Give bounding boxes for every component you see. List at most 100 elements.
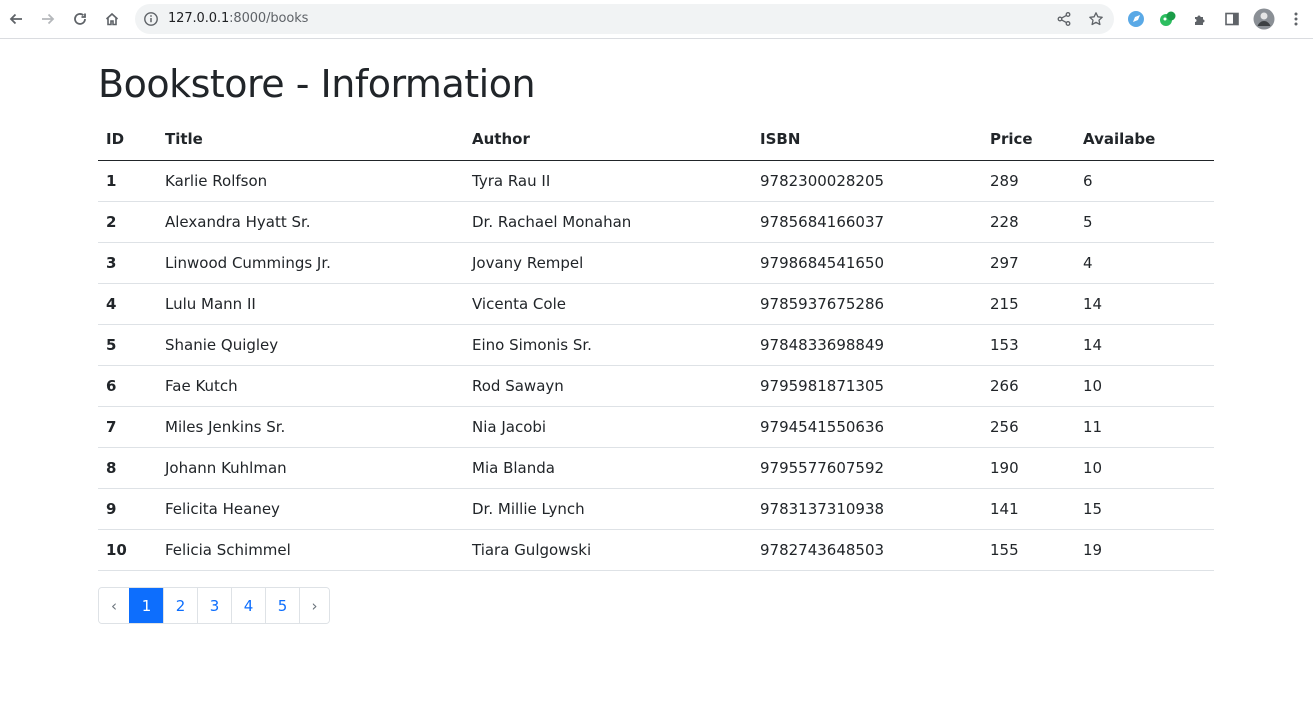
cell-available: 19: [1075, 529, 1214, 571]
reload-icon: [74, 13, 86, 25]
cell-available: 14: [1075, 283, 1214, 325]
page-title: Bookstore - Information: [98, 62, 536, 106]
cell-id: 9: [98, 488, 157, 530]
cell-isbn: 9798684541650: [752, 242, 982, 284]
cell-title: Lulu Mann II: [157, 283, 464, 325]
evernote-extension-icon: [1160, 11, 1176, 26]
pagination: ‹ 1 2 3 4 5 ›: [98, 587, 330, 624]
cell-isbn: 9795981871305: [752, 365, 982, 407]
cell-id: 10: [98, 529, 157, 571]
pagination-page-4[interactable]: 4: [231, 588, 265, 623]
cell-isbn: 9785937675286: [752, 283, 982, 325]
side-panel-icon: [1225, 12, 1239, 26]
books-table: ID Title Author ISBN Price Availabe 1 Kar…: [98, 118, 1214, 571]
cell-available: 4: [1075, 242, 1214, 284]
table-header-row: ID Title Author ISBN Price Availabe: [98, 118, 1214, 161]
table-row: 8 Johann Kuhlman Mia Blanda 9795577607592 19…: [98, 447, 1214, 489]
column-header-author[interactable]: Author: [464, 118, 752, 161]
cell-title: Johann Kuhlman: [157, 447, 464, 489]
browser-menu-button[interactable]: [1283, 6, 1309, 32]
cell-title: Miles Jenkins Sr.: [157, 406, 464, 448]
table-row: 10 Felicia Schimmel Tiara Gulgowski 9782743…: [98, 529, 1214, 571]
cell-author: Jovany Rempel: [464, 242, 752, 284]
kebab-menu-icon: [1294, 12, 1298, 26]
column-header-isbn[interactable]: ISBN: [752, 118, 982, 161]
cell-available: 10: [1075, 365, 1214, 407]
table-row: 7 Miles Jenkins Sr. Nia Jacobi 979454155063…: [98, 406, 1214, 448]
pagination-prev-button[interactable]: ‹: [99, 588, 129, 623]
avatar: [1253, 8, 1275, 30]
table-row: 4 Lulu Mann II Vicenta Cole 9785937675286 21…: [98, 283, 1214, 325]
cell-author: Mia Blanda: [464, 447, 752, 489]
column-header-title[interactable]: Title: [157, 118, 464, 161]
table-body: 1 Karlie Rolfson Tyra Rau II 9782300028205 2…: [98, 160, 1214, 571]
column-header-price[interactable]: Price: [982, 118, 1075, 161]
cell-author: Eino Simonis Sr.: [464, 324, 752, 366]
info-icon[interactable]: [143, 11, 159, 27]
cell-price: 289: [982, 160, 1075, 202]
cell-isbn: 9782300028205: [752, 160, 982, 202]
compass-extension-icon: [1128, 11, 1144, 27]
column-header-available[interactable]: Availabe: [1075, 118, 1214, 161]
pagination-page-5[interactable]: 5: [265, 588, 299, 623]
cell-id: 6: [98, 365, 157, 407]
url-path: :8000/books: [229, 11, 309, 26]
cell-price: 153: [982, 324, 1075, 366]
table-row: 9 Felicita Heaney Dr. Millie Lynch 97831373…: [98, 488, 1214, 530]
cell-author: Rod Sawayn: [464, 365, 752, 407]
cell-price: 266: [982, 365, 1075, 407]
cell-title: Felicita Heaney: [157, 488, 464, 530]
cell-id: 8: [98, 447, 157, 489]
extensions-button[interactable]: [1187, 6, 1213, 32]
pagination-next-button[interactable]: ›: [299, 588, 329, 623]
pagination-page-2[interactable]: 2: [163, 588, 197, 623]
cell-isbn: 9782743648503: [752, 529, 982, 571]
cell-author: Dr. Rachael Monahan: [464, 201, 752, 243]
extension-button-1[interactable]: [1123, 6, 1149, 32]
address-bar[interactable]: 127.0.0.1:8000/books: [135, 4, 1114, 34]
home-button[interactable]: [99, 6, 125, 32]
url-text[interactable]: 127.0.0.1:8000/books: [168, 11, 308, 26]
cell-price: 155: [982, 529, 1075, 571]
back-button[interactable]: [3, 6, 29, 32]
home-icon: [105, 12, 119, 26]
cell-available: 6: [1075, 160, 1214, 202]
cell-price: 256: [982, 406, 1075, 448]
cell-id: 4: [98, 283, 157, 325]
pagination-page-1[interactable]: 1: [129, 588, 163, 623]
cell-id: 5: [98, 324, 157, 366]
cell-author: Dr. Millie Lynch: [464, 488, 752, 530]
side-panel-button[interactable]: [1219, 6, 1245, 32]
cell-available: 11: [1075, 406, 1214, 448]
cell-id: 1: [98, 160, 157, 202]
url-host: 127.0.0.1: [168, 11, 230, 26]
bookmark-star-icon[interactable]: [1088, 11, 1104, 27]
cell-available: 14: [1075, 324, 1214, 366]
cell-price: 190: [982, 447, 1075, 489]
cell-price: 215: [982, 283, 1075, 325]
column-header-id[interactable]: ID: [98, 118, 157, 161]
reload-button[interactable]: [67, 6, 93, 32]
cell-price: 297: [982, 242, 1075, 284]
extension-button-2[interactable]: [1155, 6, 1181, 32]
profile-button[interactable]: [1251, 6, 1277, 32]
cell-isbn: 9794541550636: [752, 406, 982, 448]
cell-isbn: 9785684166037: [752, 201, 982, 243]
cell-title: Shanie Quigley: [157, 324, 464, 366]
puzzle-icon: [1195, 15, 1205, 25]
share-icon[interactable]: [1056, 11, 1072, 27]
cell-author: Nia Jacobi: [464, 406, 752, 448]
pagination-page-3[interactable]: 3: [197, 588, 231, 623]
cell-author: Vicenta Cole: [464, 283, 752, 325]
cell-id: 3: [98, 242, 157, 284]
table-row: 2 Alexandra Hyatt Sr. Dr. Rachael Monahan 9…: [98, 201, 1214, 243]
cell-isbn: 9783137310938: [752, 488, 982, 530]
cell-id: 2: [98, 201, 157, 243]
browser-toolbar: 127.0.0.1:8000/books: [0, 0, 1313, 39]
forward-button[interactable]: [35, 6, 61, 32]
table-row: 5 Shanie Quigley Eino Simonis Sr. 978483369…: [98, 324, 1214, 366]
cell-available: 15: [1075, 488, 1214, 530]
table-row: 6 Fae Kutch Rod Sawayn 9795981871305 266 10: [98, 365, 1214, 407]
cell-isbn: 9784833698849: [752, 324, 982, 366]
cell-isbn: 9795577607592: [752, 447, 982, 489]
